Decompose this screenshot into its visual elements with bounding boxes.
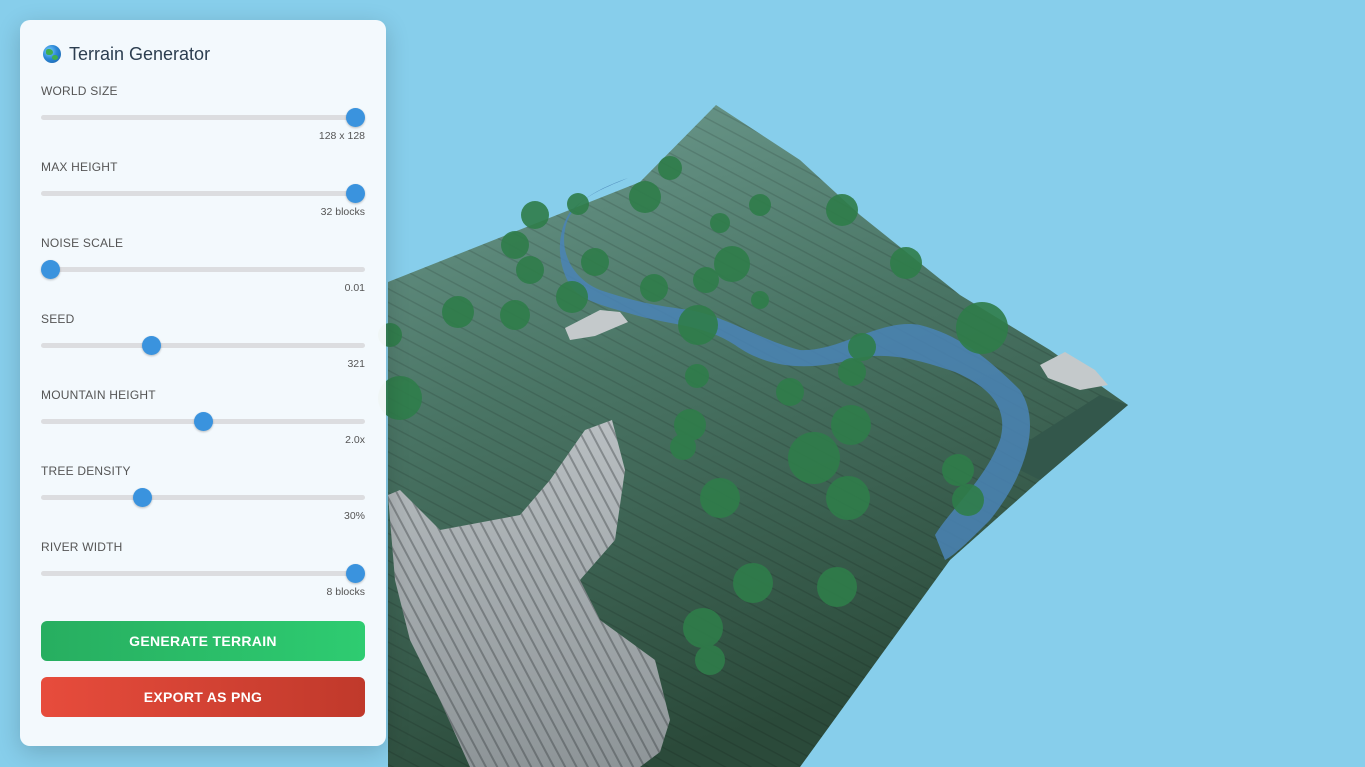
control-max-height: MAX HEIGHT 32 blocks [41, 160, 365, 218]
generate-terrain-button[interactable]: GENERATE TERRAIN [41, 621, 365, 661]
control-panel: Terrain Generator WORLD SIZE 128 x 128 MAX… [20, 20, 386, 746]
noise-scale-slider-thumb[interactable] [41, 260, 60, 279]
river-width-label: RIVER WIDTH [41, 540, 123, 554]
noise-scale-value: 0.01 [344, 282, 365, 294]
world-size-label: WORLD SIZE [41, 84, 118, 98]
max-height-slider-thumb[interactable] [346, 184, 365, 203]
mountain-height-value: 2.0x [345, 434, 365, 446]
control-river-width: RIVER WIDTH 8 blocks [41, 540, 365, 598]
world-size-value: 128 x 128 [318, 130, 365, 142]
control-world-size: WORLD SIZE 128 x 128 [41, 84, 365, 142]
max-height-value: 32 blocks [320, 206, 365, 218]
export-png-button[interactable]: EXPORT AS PNG [41, 677, 365, 717]
control-mountain-height: MOUNTAIN HEIGHT 2.0x [41, 388, 365, 446]
seed-label: SEED [41, 312, 75, 326]
seed-slider[interactable] [41, 336, 365, 355]
control-seed: SEED 321 [41, 312, 365, 370]
app-title: Terrain Generator [69, 43, 211, 64]
control-noise-scale: NOISE SCALE 0.01 [41, 236, 365, 294]
max-height-label: MAX HEIGHT [41, 160, 118, 174]
tree-density-value: 30% [343, 510, 365, 522]
noise-scale-slider[interactable] [41, 260, 365, 279]
mountain-height-slider[interactable] [41, 412, 365, 431]
max-height-slider[interactable] [41, 184, 365, 203]
seed-slider-thumb[interactable] [141, 336, 161, 355]
panel-header: Terrain Generator [43, 40, 365, 68]
river-width-slider[interactable] [41, 564, 365, 583]
globe-icon [43, 45, 61, 63]
mountain-height-slider-thumb[interactable] [193, 412, 213, 431]
control-tree-density: TREE DENSITY 30% [41, 464, 365, 522]
tree-density-slider-thumb[interactable] [132, 488, 152, 507]
river-width-slider-thumb[interactable] [346, 564, 365, 583]
tree-density-slider[interactable] [41, 488, 365, 507]
seed-value: 321 [347, 358, 365, 370]
world-size-slider-thumb[interactable] [346, 108, 365, 127]
world-size-slider[interactable] [41, 108, 365, 127]
tree-density-label: TREE DENSITY [41, 464, 131, 478]
mountain-height-label: MOUNTAIN HEIGHT [41, 388, 156, 402]
noise-scale-label: NOISE SCALE [41, 236, 124, 250]
river-width-value: 8 blocks [326, 586, 365, 598]
